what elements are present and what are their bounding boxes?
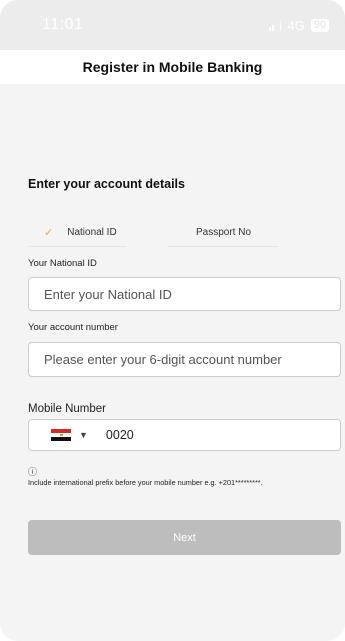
country-prefix: 0020 xyxy=(105,428,134,442)
section-title: Enter your account details xyxy=(28,177,185,191)
status-bar: 11:01 4G 90 xyxy=(0,0,345,50)
account-number-input[interactable]: Please enter your 6-digit account number xyxy=(28,342,341,377)
network-type: 4G xyxy=(287,18,305,33)
info-text: Include international prefix before your… xyxy=(28,478,263,487)
app-header: Register in Mobile Banking xyxy=(0,50,345,84)
tab-underline xyxy=(168,246,278,247)
tab-national-id[interactable]: ✓ National ID xyxy=(28,219,126,247)
account-number-placeholder: Please enter your 6-digit account number xyxy=(44,352,282,367)
phone-screen: 11:01 4G 90 Register in Mobile Banking E… xyxy=(0,0,345,641)
checkmark-icon: ✓ xyxy=(44,226,54,239)
mobile-number-label: Mobile Number xyxy=(28,403,106,415)
signal-icon xyxy=(269,21,275,31)
battery-icon: 90 xyxy=(310,19,329,32)
national-id-label: Your National ID xyxy=(28,258,97,269)
national-id-placeholder: Enter your National ID xyxy=(44,286,172,302)
mobile-number-input[interactable]: ▼ 0020 xyxy=(28,419,341,451)
egypt-flag-icon[interactable] xyxy=(51,429,71,441)
status-time: 11:01 xyxy=(42,16,84,33)
info-icon: ⓘ xyxy=(28,467,38,477)
page-title: Register in Mobile Banking xyxy=(82,59,263,75)
id-type-tabs: ✓ National ID Passport No xyxy=(28,219,341,247)
tab-underline xyxy=(28,246,126,247)
national-id-input[interactable]: Enter your National ID xyxy=(28,277,341,311)
next-button[interactable]: Next xyxy=(28,520,341,555)
account-number-label: Your account number xyxy=(28,322,118,333)
tab-passport-no[interactable]: Passport No xyxy=(168,219,278,247)
tab-label: Passport No xyxy=(196,226,252,238)
chevron-down-icon[interactable]: ▼ xyxy=(79,430,88,440)
tab-label: National ID xyxy=(67,226,117,238)
status-divider xyxy=(280,20,282,31)
status-indicators: 4G 90 xyxy=(269,18,329,33)
